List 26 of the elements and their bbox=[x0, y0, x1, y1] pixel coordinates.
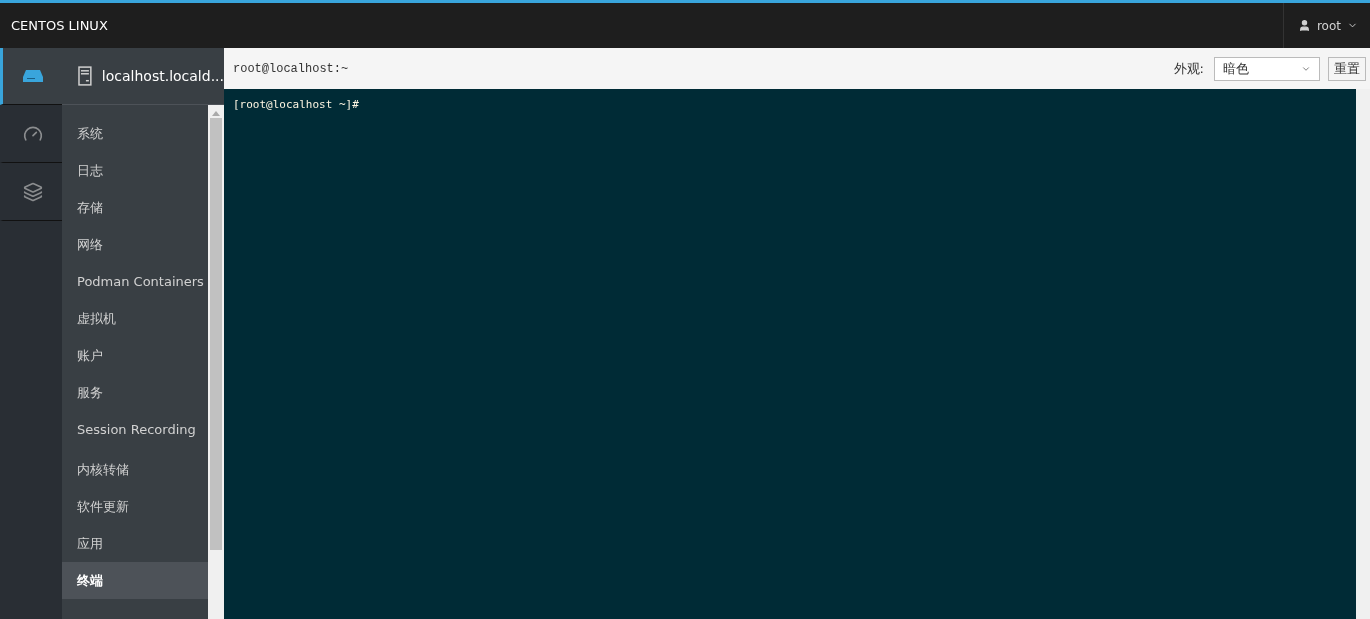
layers-icon bbox=[22, 181, 43, 202]
nav-item[interactable]: Podman Containers bbox=[62, 263, 208, 300]
appearance-select[interactable]: 暗色 bbox=[1214, 56, 1320, 81]
server-icon bbox=[22, 70, 43, 82]
nav-item[interactable]: 网络 bbox=[62, 226, 208, 263]
nav-item[interactable]: 日志 bbox=[62, 152, 208, 189]
nav-item[interactable]: 软件更新 bbox=[62, 488, 208, 525]
nav-item[interactable]: 应用 bbox=[62, 525, 208, 562]
scrollbar-thumb[interactable] bbox=[210, 118, 222, 550]
scroll-up-icon[interactable] bbox=[212, 110, 220, 116]
server-icon bbox=[78, 66, 92, 86]
terminal-line: [root@localhost ~]# bbox=[233, 98, 360, 111]
nav-item[interactable]: 账户 bbox=[62, 337, 208, 374]
nav-item[interactable]: 内核转储 bbox=[62, 451, 208, 488]
terminal-title: root@localhost:~ bbox=[233, 61, 350, 76]
appearance-label: 外观: bbox=[1173, 59, 1204, 78]
nav-item[interactable]: Session Recording bbox=[62, 411, 208, 448]
nav-item[interactable]: 服务 bbox=[62, 374, 208, 411]
nav-item[interactable]: 终端 bbox=[62, 562, 208, 599]
nav-item[interactable]: 存储 bbox=[62, 189, 208, 226]
brand-title: CENTOS LINUX bbox=[10, 18, 108, 33]
user-icon bbox=[1297, 19, 1311, 32]
reset-button[interactable]: 重置 bbox=[1328, 56, 1366, 81]
nav-item[interactable]: 系统 bbox=[62, 115, 208, 152]
scrollbar[interactable] bbox=[1356, 89, 1370, 619]
nav-item[interactable]: 虚拟机 bbox=[62, 300, 208, 337]
